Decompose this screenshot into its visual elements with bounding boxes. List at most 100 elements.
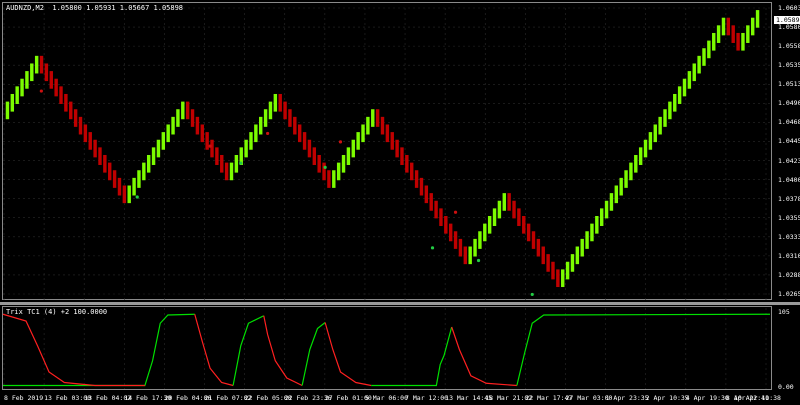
trix-line-segment [263, 315, 303, 387]
renko-brick [444, 216, 448, 234]
renko-brick [497, 200, 502, 219]
signal-dot-red [208, 144, 212, 148]
signal-dot-red [39, 89, 43, 93]
renko-brick [546, 254, 550, 272]
renko-brick [156, 139, 161, 158]
renko-brick [122, 185, 127, 204]
renko-brick [473, 238, 477, 257]
chart-canvas [2, 7, 771, 389]
renko-brick [604, 200, 609, 219]
renko-brick [385, 124, 390, 143]
renko-brick [176, 109, 180, 127]
renko-brick [400, 147, 404, 165]
indicator-axis-label: 105 [778, 308, 790, 316]
renko-brick [224, 162, 229, 181]
renko-brick [707, 40, 711, 59]
renko-brick [244, 139, 248, 158]
renko-brick [278, 93, 282, 112]
renko-brick [132, 177, 136, 196]
renko-brick [507, 193, 511, 211]
renko-brick [117, 177, 122, 196]
renko-brick [234, 154, 239, 173]
trix-line-segment [232, 315, 265, 386]
renko-brick [731, 25, 735, 43]
renko-brick [366, 116, 370, 135]
renko-brick [346, 147, 351, 165]
renko-brick [405, 154, 409, 173]
renko-brick [458, 238, 463, 257]
price-axis-label: 1.03555 [778, 213, 800, 222]
renko-brick [492, 208, 497, 227]
renko-brick [297, 124, 302, 143]
signal-dot-green [135, 195, 139, 199]
renko-brick [288, 109, 292, 127]
time-axis-label: 2 Apr 10:35 [645, 394, 689, 402]
renko-brick [663, 109, 667, 127]
renko-brick [195, 116, 200, 135]
renko-brick [351, 139, 355, 158]
renko-brick [220, 154, 224, 173]
renko-brick [181, 101, 185, 120]
renko-brick [609, 193, 614, 211]
renko-brick [390, 132, 394, 150]
renko-brick [697, 55, 701, 74]
time-axis-label: 10 Apr 10:38 [734, 394, 781, 402]
renko-brick [10, 93, 15, 112]
renko-brick [15, 86, 19, 104]
renko-brick [746, 25, 750, 43]
renko-brick [531, 231, 536, 249]
trix-line-segment [2, 313, 145, 387]
signal-dot-green [530, 292, 534, 297]
renko-brick [327, 170, 331, 188]
renko-brick [380, 116, 385, 135]
renko-brick [522, 216, 526, 234]
renko-brick [585, 231, 589, 249]
renko-brick [721, 17, 726, 36]
renko-brick [34, 55, 39, 74]
renko-brick [648, 132, 653, 150]
renko-brick [322, 162, 326, 181]
renko-brick [580, 238, 584, 257]
price-axis-label: 1.05805 [778, 23, 800, 32]
renko-brick [726, 17, 731, 36]
renko-brick [83, 124, 88, 143]
renko-brick [215, 147, 219, 165]
renko-brick [638, 147, 643, 165]
trix-line-segment [451, 326, 517, 387]
renko-brick [629, 162, 633, 181]
renko-brick [468, 246, 472, 265]
renko-brick [307, 139, 312, 158]
renko-brick [112, 170, 117, 188]
renko-brick [692, 63, 696, 82]
price-axis-label: 1.03780 [778, 194, 800, 203]
renko-brick [429, 193, 433, 211]
renko-brick [478, 231, 482, 249]
signal-dot-green [430, 246, 435, 250]
renko-brick [512, 200, 516, 219]
current-price-tag: 1.05898 [774, 16, 800, 24]
renko-brick [259, 116, 263, 135]
renko-brick [570, 254, 575, 272]
time-axis-label: 4 Apr 19:30 [685, 394, 729, 402]
time-axis-label: 1 Apr 23:35 [605, 394, 649, 402]
renko-brick [98, 147, 102, 165]
renko-brick [463, 246, 468, 265]
renko-brick [30, 63, 34, 82]
signal-dot-green [239, 161, 243, 165]
renko-brick [317, 154, 321, 173]
trix-line-segment [516, 313, 771, 386]
renko-brick [293, 116, 297, 135]
time-axis-label: 5 Mar 06:00 [364, 394, 408, 402]
renko-brick [361, 124, 365, 143]
renko-brick [302, 132, 307, 150]
price-axis-label: 1.02655 [778, 290, 800, 298]
renko-brick [249, 132, 253, 150]
renko-brick [702, 48, 706, 66]
renko-brick [332, 170, 336, 188]
indicator-axis-label: 0.00 [778, 383, 794, 391]
renko-brick [210, 139, 214, 158]
renko-brick [283, 101, 287, 120]
renko-brick [673, 93, 677, 112]
renko-brick [668, 101, 672, 120]
renko-brick [526, 223, 531, 242]
